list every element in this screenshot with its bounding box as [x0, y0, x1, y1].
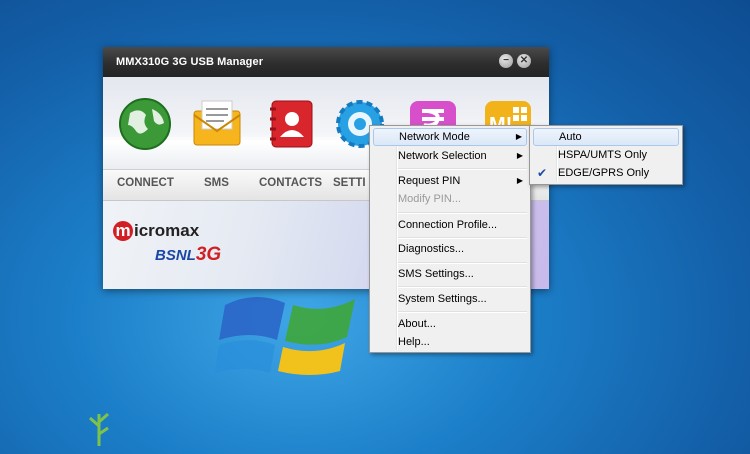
micromax-logo: m icromax: [113, 221, 199, 241]
nav-settings[interactable]: SETTI: [333, 177, 366, 189]
menu-separator: [398, 212, 527, 214]
menu-about[interactable]: About...: [373, 315, 527, 333]
menu-separator: [398, 286, 527, 288]
menu-help[interactable]: Help...: [373, 333, 527, 351]
network-mode-submenu: Auto HSPA/UMTS Only ✔ EDGE/GPRS Only: [529, 125, 683, 185]
checkmark-icon: ✔: [537, 166, 548, 180]
submenu-edge-gprs-only[interactable]: ✔ EDGE/GPRS Only: [533, 164, 679, 182]
menu-network-selection[interactable]: Network Selection ▶: [373, 147, 527, 165]
menu-system-settings[interactable]: System Settings...: [373, 290, 527, 308]
menu-network-mode[interactable]: Network Mode ▶: [373, 128, 527, 146]
menu-diagnostics[interactable]: Diagnostics...: [373, 240, 527, 258]
submenu-arrow-icon: ▶: [516, 151, 523, 160]
menu-connection-profile[interactable]: Connection Profile...: [373, 216, 527, 234]
envelope-icon[interactable]: [190, 97, 244, 151]
contacts-book-icon[interactable]: [264, 97, 318, 151]
menu-request-pin[interactable]: Request PIN ▶: [373, 172, 527, 190]
globe-icon[interactable]: [118, 97, 172, 151]
menu-separator: [398, 237, 527, 239]
nav-connect[interactable]: CONNECT: [117, 177, 174, 189]
window-title: MMX310G 3G USB Manager: [116, 56, 264, 68]
title-bar[interactable]: MMX310G 3G USB Manager − ✕: [103, 47, 549, 77]
submenu-arrow-icon: ▶: [515, 132, 522, 141]
submenu-hspa-umts-only[interactable]: HSPA/UMTS Only: [533, 146, 679, 164]
menu-separator: [398, 168, 527, 170]
windows-logo-icon: [215, 296, 355, 375]
submenu-auto[interactable]: Auto: [533, 128, 679, 146]
nav-contacts[interactable]: CONTACTS: [259, 177, 322, 189]
menu-separator: [398, 262, 527, 264]
settings-context-menu: Network Mode ▶ Network Selection ▶ Request…: [369, 125, 531, 353]
menu-sms-settings[interactable]: SMS Settings...: [373, 265, 527, 283]
minimize-button[interactable]: −: [499, 54, 513, 68]
menu-separator: [398, 311, 527, 313]
bsnl-3g-logo: BSNL3G: [155, 244, 222, 265]
menu-modify-pin: Modify PIN...: [398, 193, 461, 205]
plant-sprig-icon: [89, 412, 109, 446]
nav-sms[interactable]: SMS: [204, 177, 229, 189]
submenu-arrow-icon: ▶: [516, 176, 523, 185]
close-button[interactable]: ✕: [517, 54, 531, 68]
